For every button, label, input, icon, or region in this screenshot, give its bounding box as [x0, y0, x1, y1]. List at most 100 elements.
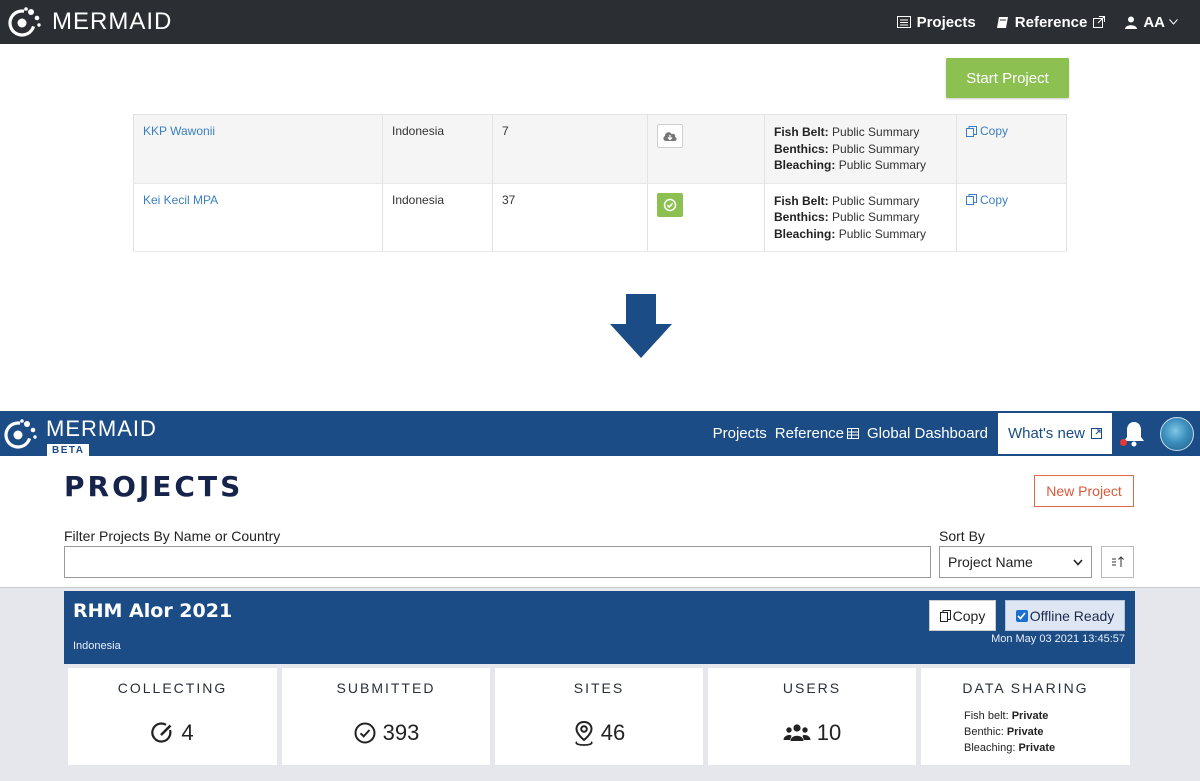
mermaid-logo-icon [8, 7, 41, 37]
summary-label: Fish Belt: [774, 125, 829, 139]
country-cell: Indonesia [382, 114, 493, 184]
copy-link[interactable]: Copy [966, 193, 1008, 207]
copy-project-button[interactable]: Copy [929, 600, 996, 631]
sharing-value: Private [1006, 726, 1044, 738]
stat-card-sites[interactable]: SITES 46 [495, 668, 703, 765]
cloud-download-icon [663, 132, 677, 141]
sharing-label: Fish belt: [964, 710, 1009, 722]
project-updated-date: Mon May 03 2021 13:45:57 [991, 633, 1125, 645]
sort-label: Sort By [939, 528, 985, 544]
copy-icon [966, 125, 977, 137]
project-name: RHM Alor 2021 [73, 600, 233, 622]
project-link[interactable]: Kei Kecil MPA [143, 193, 218, 207]
summary-label: Bleaching: [774, 226, 836, 241]
sharing-line: Bleaching: Private [964, 740, 1055, 756]
summary-value: Public Summary [832, 210, 920, 224]
copy-cell: Copy [956, 182, 1067, 252]
old-nav-reference[interactable]: Reference [996, 14, 1106, 31]
nav-reference[interactable]: Reference [775, 425, 860, 442]
offline-ready-button[interactable] [657, 192, 683, 217]
user-icon [1125, 16, 1138, 29]
summary-line: Benthics: Public Summary [774, 141, 947, 158]
stat-value: 393 [382, 720, 420, 745]
page-title: PROJECTS [64, 470, 244, 503]
users-icon [783, 724, 811, 741]
summary-cell: Fish Belt: Public Summary Benthics: Publ… [764, 182, 957, 252]
status-cell [647, 114, 765, 184]
project-name-cell: Kei Kecil MPA [133, 182, 383, 252]
summary-line: Fish Belt: Public Summary [774, 124, 947, 141]
offline-ready-label: Offline Ready [1029, 607, 1115, 624]
project-name-cell: KKP Wawonii [133, 114, 383, 184]
old-nav-projects-label: Projects [916, 13, 976, 31]
sharing-value: Private [1018, 742, 1056, 754]
sort-select-value: Project Name [948, 554, 1033, 570]
old-nav-projects[interactable]: Projects [896, 13, 976, 31]
copy-link-label: Copy [980, 192, 1009, 207]
book-icon [996, 16, 1008, 28]
notification-dot [1120, 438, 1127, 446]
old-brand-name: MERMAID [52, 8, 173, 35]
new-project-button[interactable]: New Project [1034, 475, 1134, 507]
stat-label: SITES [573, 680, 625, 696]
summary-cell: Fish Belt: Public Summary Benthics: Publ… [764, 114, 957, 184]
stat-card-submitted[interactable]: SUBMITTED 393 [282, 668, 490, 765]
project-link[interactable]: KKP Wawonii [143, 124, 215, 138]
stat-card-users[interactable]: USERS 10 [708, 668, 916, 765]
sharing-label: Benthic: [964, 726, 1004, 738]
filter-input[interactable] [64, 546, 931, 578]
summary-value: Public Summary [838, 226, 927, 241]
table-row: KKP Wawonii Indonesia 7 Fish Belt: Publi… [133, 114, 1067, 184]
sort-select[interactable]: Project Name [939, 546, 1092, 578]
summary-line: Bleaching: Public Summary [774, 226, 947, 243]
copy-link-label: Copy [980, 124, 1009, 138]
avatar[interactable] [1160, 416, 1194, 451]
copy-icon [939, 609, 951, 622]
stat-card-data-sharing[interactable]: DATA SHARING Fish belt: Private Benthic:… [921, 668, 1130, 765]
new-logo[interactable]: MERMAID BETA [4, 416, 157, 457]
old-user-menu[interactable]: AA [1125, 14, 1178, 31]
sort-ascending-icon [1111, 556, 1124, 567]
sharing-line: Benthic: Private [964, 724, 1055, 740]
whats-new-label: What's new [1007, 425, 1085, 442]
sharing-value: Private [1011, 710, 1049, 722]
offline-ready-toggle[interactable]: Offline Ready [1005, 600, 1125, 631]
status-cell [647, 182, 765, 252]
count-cell: 37 [492, 182, 648, 252]
sharing-label: Bleaching: [964, 742, 1016, 754]
copy-project-label: Copy [952, 607, 986, 624]
project-card-header[interactable]: RHM Alor 2021 Indonesia Copy Offline Rea… [64, 591, 1135, 664]
stat-value-row: 393 [282, 720, 490, 746]
nav-projects[interactable]: Projects [713, 425, 767, 442]
copy-cell: Copy [956, 114, 1067, 184]
table-row: Kei Kecil MPA Indonesia 37 Fish Belt: Pu… [133, 182, 1067, 252]
old-logo[interactable]: MERMAID [8, 6, 172, 38]
stat-label: DATA SHARING [962, 680, 1089, 696]
stat-value-row: 4 [68, 720, 277, 746]
spreadsheet-icon [847, 428, 860, 439]
project-country: Indonesia [73, 640, 121, 652]
old-projects-table: KKP Wawonii Indonesia 7 Fish Belt: Publi… [133, 114, 1067, 252]
summary-value: Public Summary [832, 125, 920, 139]
sharing-line: Fish belt: Private [964, 708, 1055, 724]
whats-new-button[interactable]: What's new [997, 413, 1112, 454]
copy-link[interactable]: Copy [966, 124, 1008, 138]
map-pin-icon [575, 720, 593, 746]
count-cell: 7 [492, 114, 648, 184]
stat-value-row: 46 [495, 720, 703, 746]
stat-value: 10 [816, 720, 842, 745]
nav-global-dashboard[interactable]: Global Dashboard [867, 425, 988, 442]
old-top-navbar: MERMAID Projects Reference AA [0, 0, 1200, 44]
summary-label: Benthics: [774, 210, 829, 224]
new-top-navbar: MERMAID BETA Projects Reference Global D… [0, 411, 1200, 457]
copy-icon [966, 194, 977, 205]
stat-value-row: 10 [708, 720, 916, 746]
start-project-button[interactable]: Start Project [946, 58, 1069, 98]
checkbox-checked-icon [1015, 609, 1028, 622]
stat-card-collecting[interactable]: COLLECTING 4 [68, 668, 277, 765]
summary-label: Benthics: [774, 141, 829, 156]
sort-direction-button[interactable] [1101, 546, 1134, 578]
notifications-bell[interactable] [1120, 420, 1146, 448]
offline-download-button[interactable] [657, 124, 683, 148]
sharing-lines: Fish belt: Private Benthic: Private Blea… [964, 708, 1055, 756]
